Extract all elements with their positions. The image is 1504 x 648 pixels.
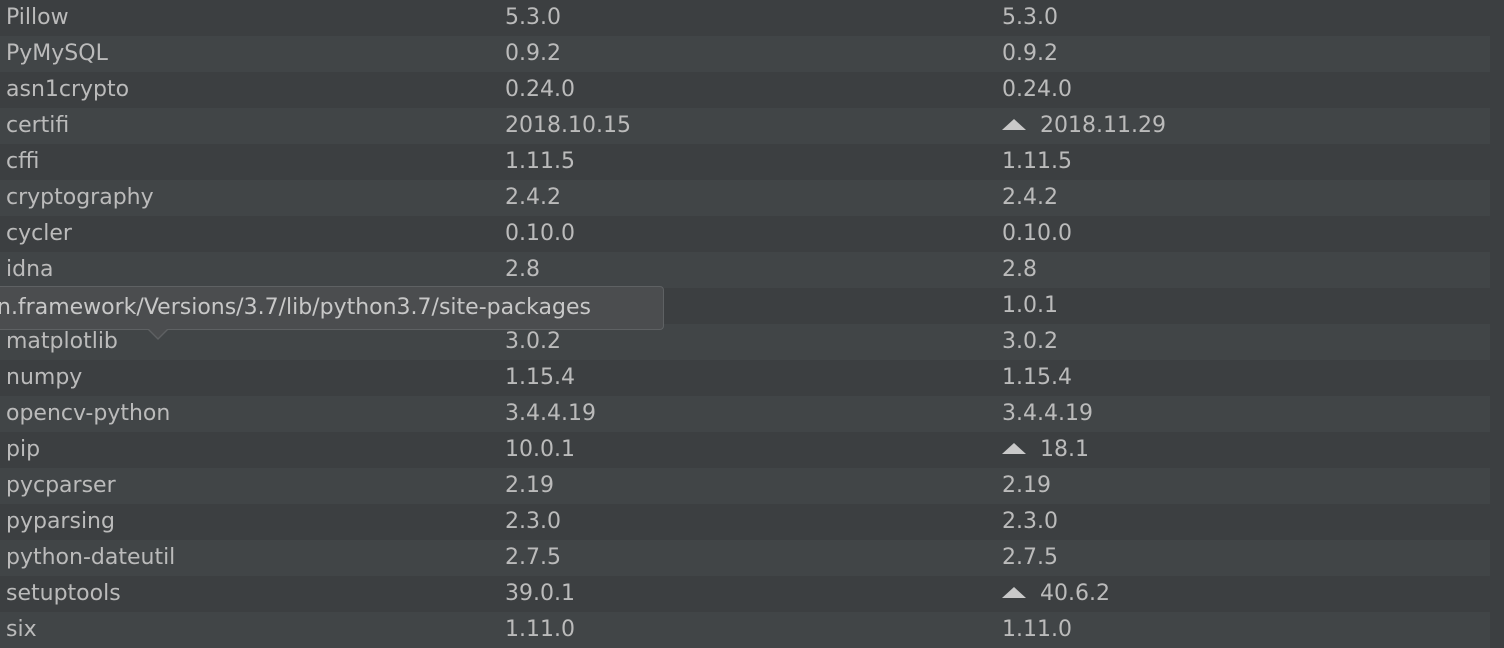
package-version: 2.7.5: [505, 545, 561, 570]
package-version: 2018.10.15: [505, 113, 631, 138]
package-name: cryptography: [6, 185, 154, 210]
latest-version-cell: 1.11.0: [1002, 612, 1072, 648]
package-version: 39.0.1: [505, 581, 575, 606]
latest-version-cell: 1.15.4: [1002, 360, 1072, 396]
latest-version: 3.0.2: [1002, 329, 1058, 354]
tooltip-text: n.framework/Versions/3.7/lib/python3.7/s…: [0, 295, 591, 320]
table-row[interactable]: opencv-python 3.4.4.19 3.4.4.19: [0, 396, 1490, 432]
latest-version: 2018.11.29: [1040, 113, 1166, 138]
latest-version: 18.1: [1040, 437, 1089, 462]
package-name: opencv-python: [6, 401, 171, 426]
package-version: 10.0.1: [505, 437, 575, 462]
vertical-scrollbar[interactable]: [1490, 0, 1504, 648]
package-name: six: [6, 617, 37, 642]
table-row[interactable]: pyparsing 2.3.0 2.3.0: [0, 504, 1490, 540]
latest-version: 5.3.0: [1002, 5, 1058, 30]
package-name: pycparser: [6, 473, 116, 498]
latest-version: 2.7.5: [1002, 545, 1058, 570]
package-version: 1.11.5: [505, 149, 575, 174]
latest-version-cell: 1.0.1: [1002, 288, 1058, 324]
table-row[interactable]: pip 10.0.1 18.1: [0, 432, 1490, 468]
package-version: 3.4.4.19: [505, 401, 596, 426]
package-name: cycler: [6, 221, 72, 246]
latest-version-cell: 2.7.5: [1002, 540, 1058, 576]
latest-version-cell: 3.0.2: [1002, 324, 1058, 360]
package-name: numpy: [6, 365, 83, 390]
latest-version-cell: 3.4.4.19: [1002, 396, 1093, 432]
latest-version: 0.24.0: [1002, 77, 1072, 102]
table-row[interactable]: certifi 2018.10.15 2018.11.29: [0, 108, 1490, 144]
package-version: 1.15.4: [505, 365, 575, 390]
package-name: pip: [6, 437, 41, 462]
latest-version: 0.10.0: [1002, 221, 1072, 246]
package-version: 2.4.2: [505, 185, 561, 210]
latest-version: 2.4.2: [1002, 185, 1058, 210]
package-name: setuptools: [6, 581, 121, 606]
table-row[interactable]: cycler 0.10.0 0.10.0: [0, 216, 1490, 252]
latest-version: 0.9.2: [1002, 41, 1058, 66]
package-version: 2.19: [505, 473, 554, 498]
package-name: python-dateutil: [6, 545, 176, 570]
latest-version-cell: 2.3.0: [1002, 504, 1058, 540]
arrow-up-icon: [1002, 587, 1026, 598]
table-row[interactable]: cffi 1.11.5 1.11.5: [0, 144, 1490, 180]
latest-version: 1.11.5: [1002, 149, 1072, 174]
package-name: pyparsing: [6, 509, 115, 534]
table-row[interactable]: numpy 1.15.4 1.15.4: [0, 360, 1490, 396]
latest-version-cell: 0.24.0: [1002, 72, 1072, 108]
package-version: 1.11.0: [505, 617, 575, 642]
latest-version: 2.3.0: [1002, 509, 1058, 534]
table-row[interactable]: asn1crypto 0.24.0 0.24.0: [0, 72, 1490, 108]
package-version: 2.3.0: [505, 509, 561, 534]
package-name: cffi: [6, 149, 40, 174]
path-tooltip: n.framework/Versions/3.7/lib/python3.7/s…: [0, 286, 664, 330]
table-row[interactable]: six 1.11.0 1.11.0: [0, 612, 1490, 648]
table-row[interactable]: PyMySQL 0.9.2 0.9.2: [0, 36, 1490, 72]
latest-version-cell: 2018.11.29: [1002, 108, 1166, 144]
latest-version-cell: 40.6.2: [1002, 576, 1110, 612]
table-row[interactable]: setuptools 39.0.1 40.6.2: [0, 576, 1490, 612]
latest-version-cell: 2.8: [1002, 252, 1037, 288]
latest-version-cell: 18.1: [1002, 432, 1089, 468]
latest-version: 1.0.1: [1002, 293, 1058, 318]
package-name: Pillow: [6, 5, 69, 30]
latest-version-cell: 1.11.5: [1002, 144, 1072, 180]
latest-version: 2.8: [1002, 257, 1037, 282]
tooltip-pointer-fill: [148, 328, 168, 338]
latest-version-cell: 2.4.2: [1002, 180, 1058, 216]
latest-version: 40.6.2: [1040, 581, 1110, 606]
package-version: 0.24.0: [505, 77, 575, 102]
arrow-up-icon: [1002, 119, 1026, 130]
package-version: 2.8: [505, 257, 540, 282]
table-row[interactable]: cryptography 2.4.2 2.4.2: [0, 180, 1490, 216]
package-version: 0.10.0: [505, 221, 575, 246]
package-version: 0.9.2: [505, 41, 561, 66]
table-row[interactable]: idna 2.8 2.8: [0, 252, 1490, 288]
latest-version: 1.11.0: [1002, 617, 1072, 642]
latest-version-cell: 5.3.0: [1002, 0, 1058, 36]
latest-version-cell: 0.10.0: [1002, 216, 1072, 252]
package-table: Pillow 5.3.0 5.3.0 PyMySQL 0.9.2 0.9.2 asn1cry…: [0, 0, 1504, 648]
table-row[interactable]: python-dateutil 2.7.5 2.7.5: [0, 540, 1490, 576]
package-name: asn1crypto: [6, 77, 130, 102]
latest-version: 3.4.4.19: [1002, 401, 1093, 426]
table-row[interactable]: pycparser 2.19 2.19: [0, 468, 1490, 504]
package-name: certifi: [6, 113, 70, 138]
package-name: PyMySQL: [6, 41, 108, 66]
latest-version-cell: 2.19: [1002, 468, 1051, 504]
latest-version: 1.15.4: [1002, 365, 1072, 390]
package-name: idna: [6, 257, 54, 282]
latest-version: 2.19: [1002, 473, 1051, 498]
latest-version-cell: 0.9.2: [1002, 36, 1058, 72]
table-row[interactable]: Pillow 5.3.0 5.3.0: [0, 0, 1490, 36]
arrow-up-icon: [1002, 443, 1026, 454]
package-version: 5.3.0: [505, 5, 561, 30]
